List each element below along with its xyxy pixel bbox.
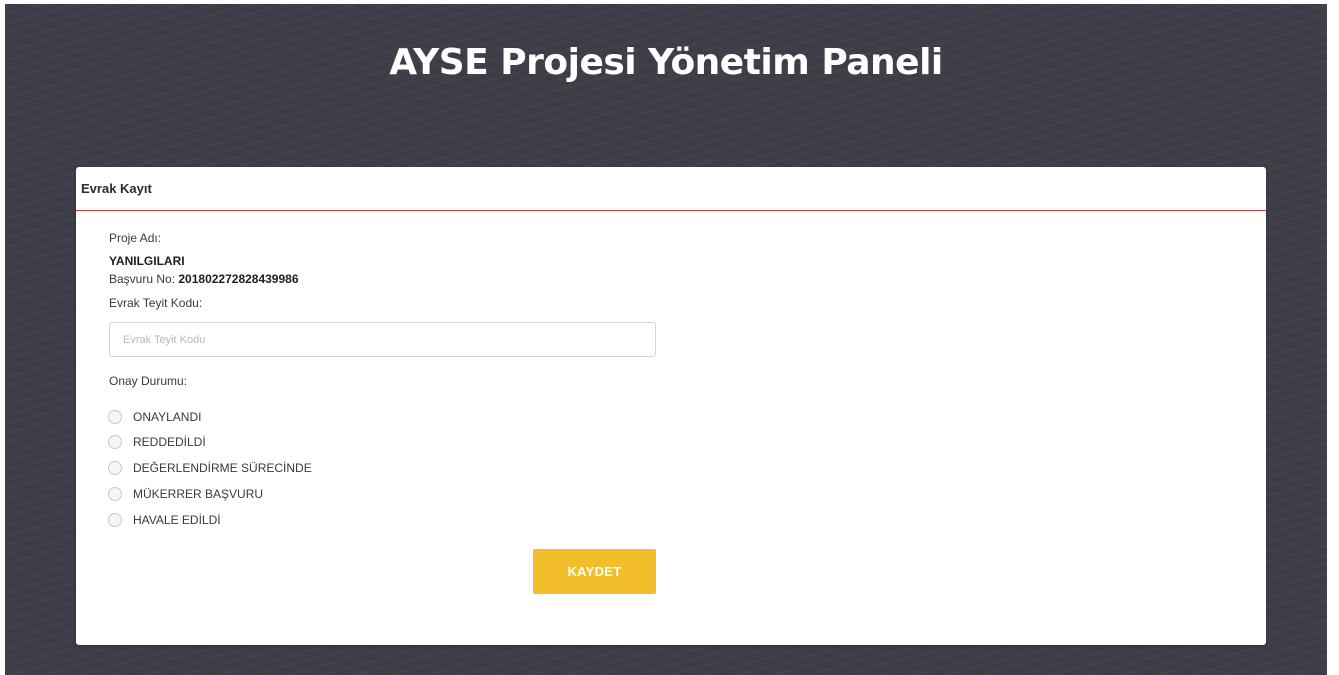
card-title: Evrak Kayıt	[81, 181, 152, 196]
document-form-card: Evrak Kayıt Proje Adı: YANILGILARI Başvu…	[76, 167, 1266, 645]
radio-button[interactable]	[108, 461, 122, 475]
status-option-rejected[interactable]: REDDEDİLDİ	[108, 433, 206, 451]
page-title: AYSE Projesi Yönetim Paneli	[389, 42, 943, 83]
status-option-transferred[interactable]: HAVALE EDİLDİ	[108, 511, 221, 529]
project-name-value: YANILGILARI	[109, 254, 185, 268]
status-option-label: ONAYLANDI	[133, 410, 202, 424]
status-option-label: MÜKERRER BAŞVURU	[133, 487, 264, 501]
radio-button[interactable]	[108, 513, 122, 527]
radio-button[interactable]	[108, 410, 122, 424]
status-option-label: HAVALE EDİLDİ	[133, 513, 221, 527]
status-label: Onay Durumu:	[109, 374, 188, 388]
status-option-duplicate[interactable]: MÜKERRER BAŞVURU	[108, 485, 263, 503]
status-option-label: REDDEDİLDİ	[133, 435, 206, 449]
status-option-approved[interactable]: ONAYLANDI	[108, 408, 201, 426]
application-no-label: Başvuru No:	[109, 272, 176, 286]
status-option-in-evaluation[interactable]: DEĞERLENDİRME SÜRECİNDE	[108, 459, 312, 477]
radio-button[interactable]	[108, 435, 122, 449]
card-header: Evrak Kayıt	[76, 167, 1266, 211]
project-name-label: Proje Adı:	[109, 231, 162, 245]
page-background: AYSE Projesi Yönetim Paneli Evrak Kayıt …	[5, 4, 1327, 675]
save-button[interactable]: KAYDET	[533, 549, 656, 594]
radio-button[interactable]	[108, 487, 122, 501]
status-option-label: DEĞERLENDİRME SÜRECİNDE	[133, 461, 312, 475]
code-label: Evrak Teyit Kodu:	[109, 296, 203, 310]
document-code-input[interactable]	[109, 322, 656, 357]
application-no-row: Başvuru No: 201802272828439986	[109, 272, 299, 286]
application-no-value: 201802272828439986	[178, 272, 299, 286]
